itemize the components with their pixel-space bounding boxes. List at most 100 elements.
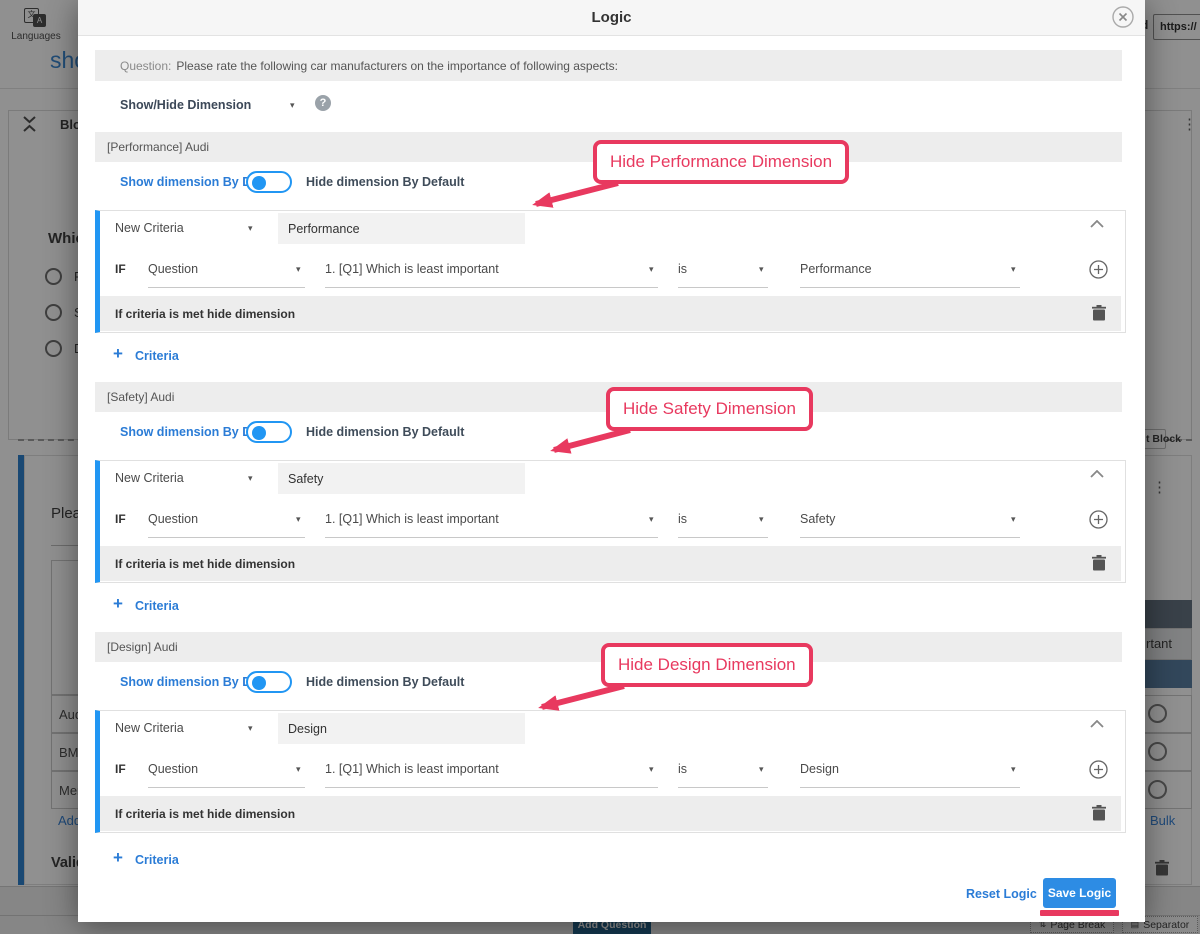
condition-question-select[interactable]: 1. [Q1] Which is least important [325,762,499,776]
question-context-bar: Question: Please rate the following car … [95,50,1122,81]
chevron-down-icon[interactable]: ▾ [759,264,764,275]
criteria-name-input[interactable]: Safety [278,463,525,494]
condition-value-select[interactable]: Design [800,762,839,776]
select-underline [678,537,768,538]
criteria-select[interactable]: New Criteria [115,721,184,735]
criteria-card: New Criteria ▾ Safety IF Question ▾ 1. [… [95,460,1126,583]
select-underline [800,287,1020,288]
select-underline [678,787,768,788]
condition-source-select[interactable]: Question [148,512,198,526]
save-logic-button[interactable]: Save Logic [1043,878,1116,908]
chevron-down-icon[interactable]: ▾ [296,514,301,525]
select-underline [678,287,768,288]
screen: 文 A Languages https:// d sho Bloc ⋮ Whic… [0,0,1200,934]
select-underline [325,287,658,288]
add-condition-icon[interactable] [1089,510,1108,529]
chevron-down-icon[interactable]: ▾ [759,764,764,775]
add-criteria-link[interactable]: Criteria [135,599,179,613]
chevron-down-icon[interactable]: ▾ [248,223,253,234]
select-underline [148,537,305,538]
criteria-action-text: If criteria is met hide dimension [115,557,295,571]
chevron-down-icon[interactable]: ▾ [248,723,253,734]
chevron-down-icon[interactable]: ▾ [649,514,654,525]
criteria-action-bar: If criteria is met hide dimension [100,796,1121,831]
criteria-action-text: If criteria is met hide dimension [115,807,295,821]
chevron-down-icon[interactable]: ▾ [248,473,253,484]
modal-header: Logic [78,0,1145,36]
logic-type-select[interactable]: Show/Hide Dimension [120,98,251,112]
select-underline [800,537,1020,538]
chevron-down-icon[interactable]: ▾ [290,100,295,111]
criteria-name-input[interactable]: Performance [278,213,525,244]
toggle-knob [252,426,266,440]
criteria-select[interactable]: New Criteria [115,221,184,235]
dimension-header-label: [Performance] Audi [107,140,209,154]
dimension-header-label: [Design] Audi [107,640,178,654]
logic-modal: Logic Question: Please rate the followin… [78,0,1145,922]
criteria-select[interactable]: New Criteria [115,471,184,485]
condition-value-select[interactable]: Safety [800,512,835,526]
collapse-chevron-icon[interactable] [1090,720,1104,728]
chevron-down-icon[interactable]: ▾ [649,764,654,775]
add-condition-icon[interactable] [1089,260,1108,279]
collapse-chevron-icon[interactable] [1090,220,1104,228]
default-visibility-toggle[interactable] [246,171,292,193]
close-icon[interactable] [1112,6,1134,28]
chevron-down-icon[interactable]: ▾ [649,264,654,275]
toggle-knob [252,176,266,190]
condition-source-select[interactable]: Question [148,762,198,776]
hide-by-default-label: Hide dimension By Default [306,175,464,189]
chevron-down-icon[interactable]: ▾ [296,264,301,275]
hide-by-default-label: Hide dimension By Default [306,675,464,689]
criteria-action-bar: If criteria is met hide dimension [100,296,1121,331]
delete-criteria-icon[interactable] [1092,305,1106,321]
chevron-down-icon[interactable]: ▾ [1011,764,1016,775]
add-criteria-link[interactable]: Criteria [135,853,179,867]
chevron-down-icon[interactable]: ▾ [1011,514,1016,525]
chevron-down-icon[interactable]: ▾ [1011,264,1016,275]
plus-icon[interactable]: + [113,344,123,364]
plus-icon[interactable]: + [113,594,123,614]
condition-operator-select[interactable]: is [678,762,687,776]
condition-question-select[interactable]: 1. [Q1] Which is least important [325,262,499,276]
delete-criteria-icon[interactable] [1092,805,1106,821]
delete-criteria-icon[interactable] [1092,555,1106,571]
if-label: IF [115,762,126,776]
question-prefix: Question: [120,59,171,73]
help-icon[interactable]: ? [315,95,331,111]
condition-operator-select[interactable]: is [678,512,687,526]
select-underline [325,787,658,788]
condition-operator-select[interactable]: is [678,262,687,276]
hide-by-default-label: Hide dimension By Default [306,425,464,439]
condition-question-select[interactable]: 1. [Q1] Which is least important [325,512,499,526]
collapse-chevron-icon[interactable] [1090,470,1104,478]
criteria-card: New Criteria ▾ Performance IF Question ▾… [95,210,1126,333]
criteria-card: New Criteria ▾ Design IF Question ▾ 1. [… [95,710,1126,833]
select-underline [148,787,305,788]
condition-value-select[interactable]: Performance [800,262,872,276]
criteria-name-input[interactable]: Design [278,713,525,744]
annotation-hide-design: Hide Design Dimension [601,643,813,687]
toggle-knob [252,676,266,690]
if-label: IF [115,512,126,526]
add-condition-icon[interactable] [1089,760,1108,779]
criteria-action-text: If criteria is met hide dimension [115,307,295,321]
select-underline [325,537,658,538]
add-criteria-link[interactable]: Criteria [135,349,179,363]
annotation-hide-performance: Hide Performance Dimension [593,140,849,184]
chevron-down-icon[interactable]: ▾ [296,764,301,775]
plus-icon[interactable]: + [113,848,123,868]
default-visibility-toggle[interactable] [246,671,292,693]
question-text: Please rate the following car manufactur… [176,59,618,73]
select-underline [800,787,1020,788]
if-label: IF [115,262,126,276]
select-underline [148,287,305,288]
modal-title: Logic [592,9,632,26]
chevron-down-icon[interactable]: ▾ [759,514,764,525]
annotation-save-underline [1040,910,1119,916]
dimension-header-label: [Safety] Audi [107,390,174,404]
criteria-action-bar: If criteria is met hide dimension [100,546,1121,581]
default-visibility-toggle[interactable] [246,421,292,443]
condition-source-select[interactable]: Question [148,262,198,276]
reset-logic-link[interactable]: Reset Logic [966,887,1037,901]
